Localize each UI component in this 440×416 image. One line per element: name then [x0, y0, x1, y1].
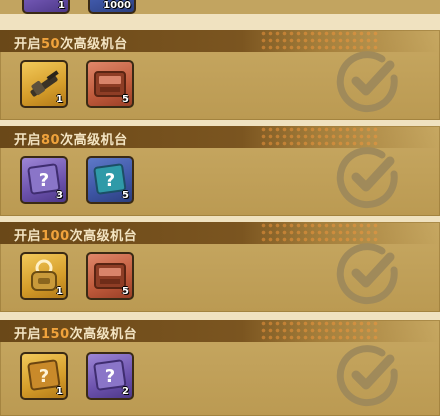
reward-slot[interactable]: ? 2: [86, 352, 134, 400]
reward-slot[interactable]: 1: [22, 0, 70, 14]
milestone-card: 开启100次高级机台 1 5: [0, 222, 440, 312]
claimed-check-icon: [336, 147, 398, 209]
previous-card-partial: 1 1000: [0, 0, 440, 14]
reward-count: 1: [58, 0, 65, 11]
reward-count: 5: [122, 94, 129, 105]
reward-count: 5: [122, 286, 129, 297]
milestone-title: 开启80次高级机台: [14, 133, 128, 148]
reward-slot[interactable]: 1: [20, 252, 68, 300]
claimed-check-icon: [336, 51, 398, 113]
milestone-count: 150: [41, 327, 70, 342]
reward-count: 3: [56, 190, 63, 201]
milestone-count: 50: [41, 37, 61, 52]
milestone-header: 开启150次高级机台: [0, 320, 440, 342]
milestone-card: 开启80次高级机台 ? 3 ? 5: [0, 126, 440, 216]
milestone-count: 100: [41, 229, 70, 244]
reward-count: 1: [56, 94, 63, 105]
milestone-card: 开启50次高级机台 1 5: [0, 30, 440, 120]
header-decoration: [260, 320, 380, 342]
reward-count: 2: [122, 386, 129, 397]
svg-text:?: ?: [105, 170, 115, 191]
reward-slot[interactable]: 5: [86, 252, 134, 300]
reward-slot[interactable]: 1000: [88, 0, 136, 14]
reward-slot[interactable]: 5: [86, 60, 134, 108]
svg-text:?: ?: [39, 170, 49, 191]
svg-text:?: ?: [39, 366, 49, 387]
reward-slot[interactable]: ? 1: [20, 352, 68, 400]
claimed-check-icon: [336, 243, 398, 305]
milestone-title: 开启150次高级机台: [14, 327, 138, 342]
milestone-title: 开启100次高级机台: [14, 229, 138, 244]
milestone-card: 开启150次高级机台 ? 1 ? 2: [0, 320, 440, 416]
reward-slot[interactable]: 1: [20, 60, 68, 108]
claimed-check-icon: [336, 345, 398, 407]
reward-slot[interactable]: ? 5: [86, 156, 134, 204]
milestone-title: 开启50次高级机台: [14, 37, 128, 52]
reward-slot[interactable]: ? 3: [20, 156, 68, 204]
reward-count: 1: [56, 386, 63, 397]
reward-count: 1: [56, 286, 63, 297]
reward-count: 5: [122, 190, 129, 201]
svg-text:?: ?: [105, 366, 115, 387]
reward-count: 1000: [103, 0, 131, 11]
milestone-count: 80: [41, 133, 61, 148]
